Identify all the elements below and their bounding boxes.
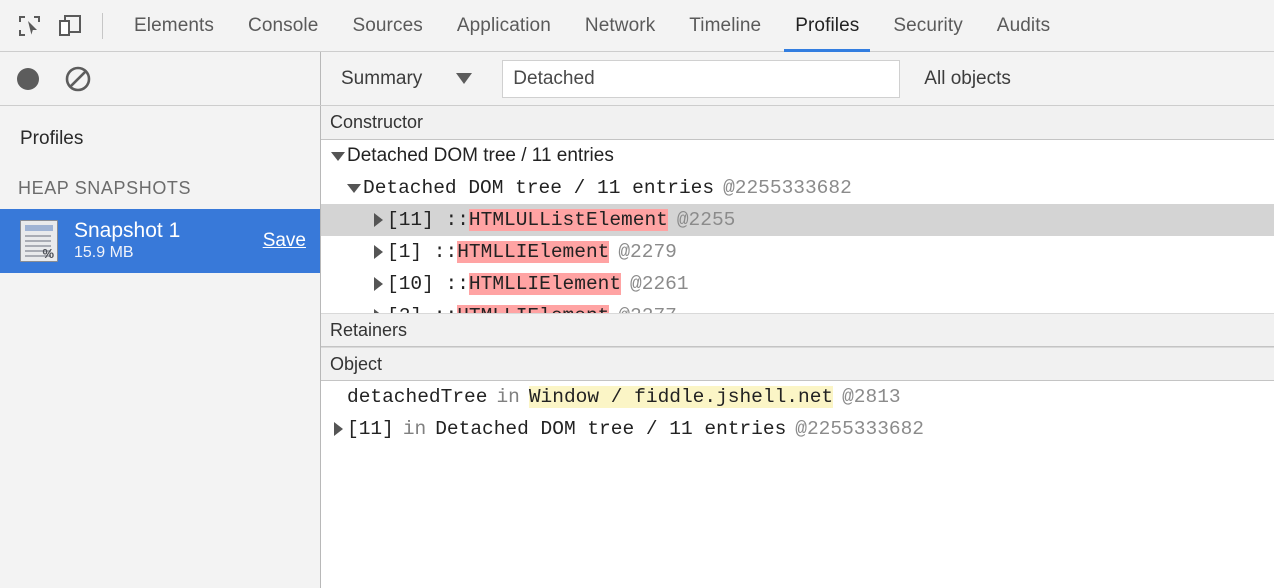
row-address: @2255333682 <box>723 177 852 199</box>
device-toolbar-icon[interactable] <box>50 6 90 46</box>
save-snapshot-link[interactable]: Save <box>253 230 306 252</box>
retainer-address: @2255333682 <box>795 418 924 440</box>
chevron-down-icon <box>456 73 472 84</box>
retainer-keyword: in <box>403 418 426 440</box>
tab-label: Console <box>248 15 318 37</box>
percent-glyph: % <box>42 247 54 260</box>
sidebar-section-heap-snapshots: HEAP SNAPSHOTS <box>0 160 320 209</box>
chevron-right-icon[interactable] <box>369 245 387 259</box>
table-row[interactable]: Detached DOM tree / 11 entries <box>321 140 1274 172</box>
panel-tabs: Elements Console Sources Application Net… <box>117 0 1067 52</box>
chevron-down-icon[interactable] <box>345 184 363 193</box>
tab-label: Network <box>585 15 655 37</box>
profiles-toolbar-left <box>0 52 321 105</box>
retainer-name: detachedTree <box>347 386 487 408</box>
retainers-tree[interactable]: detachedTree in Window / fiddle.jshell.n… <box>321 381 1274 588</box>
devtools-body: Profiles HEAP SNAPSHOTS % Snapshot 1 15.… <box>0 106 1274 588</box>
retainer-address: @2813 <box>842 386 901 408</box>
inspect-cursor-icon[interactable] <box>10 6 50 46</box>
inspect-cursor-icon-glyph <box>17 13 43 39</box>
snapshot-meta: Snapshot 1 15.9 MB <box>74 219 253 264</box>
heap-snapshot-icon: % <box>20 220 58 262</box>
chevron-down-icon[interactable] <box>329 152 347 161</box>
row-index: [11] :: <box>387 209 469 231</box>
view-mode-select[interactable]: Summary <box>341 68 486 90</box>
object-column-header: Object <box>321 347 1274 381</box>
clear-no-entry-icon-glyph <box>64 65 92 93</box>
table-row[interactable]: [11] :: HTMLULListElement @2255 <box>321 204 1274 236</box>
tab-label: Audits <box>997 15 1050 37</box>
table-row[interactable]: detachedTree in Window / fiddle.jshell.n… <box>321 381 1274 413</box>
chevron-right-icon[interactable] <box>369 309 387 313</box>
record-circle-icon-glyph <box>14 65 42 93</box>
tab-label: Application <box>457 15 551 37</box>
row-address: @2261 <box>630 273 689 295</box>
clear-no-entry-icon[interactable] <box>64 65 92 93</box>
row-address: @2277 <box>618 305 677 313</box>
tab-application[interactable]: Application <box>440 0 568 52</box>
row-index: [2] :: <box>387 305 457 313</box>
row-classname: HTMLLIElement <box>457 241 609 263</box>
devtools-tabbar: Elements Console Sources Application Net… <box>0 0 1274 52</box>
row-address: @2279 <box>618 241 677 263</box>
row-label: Detached DOM tree / 11 entries <box>363 177 714 199</box>
profiles-toolbar: Summary All objects <box>0 52 1274 106</box>
chevron-right-icon[interactable] <box>329 422 347 436</box>
scope-select[interactable]: All objects <box>924 68 1011 90</box>
snapshot-size: 15.9 MB <box>74 243 253 264</box>
tab-audits[interactable]: Audits <box>980 0 1067 52</box>
table-row[interactable]: [2] :: HTMLLIElement @2277 <box>321 300 1274 313</box>
tab-timeline[interactable]: Timeline <box>672 0 778 52</box>
tab-label: Profiles <box>795 15 859 37</box>
chevron-right-icon[interactable] <box>369 213 387 227</box>
device-toolbar-icon-glyph <box>57 13 83 39</box>
row-label: Detached DOM tree / 11 entries <box>347 145 614 167</box>
sidebar-title: Profiles <box>0 118 320 160</box>
profiles-sidebar: Profiles HEAP SNAPSHOTS % Snapshot 1 15.… <box>0 106 321 588</box>
row-index: [10] :: <box>387 273 469 295</box>
retainers-panel-header: Retainers <box>321 313 1274 347</box>
view-mode-label: Summary <box>341 68 422 90</box>
row-classname: HTMLULListElement <box>469 209 668 231</box>
tab-console[interactable]: Console <box>231 0 335 52</box>
retainer-target: Window / fiddle.jshell.net <box>529 386 833 408</box>
tab-network[interactable]: Network <box>568 0 672 52</box>
retainer-keyword: in <box>496 386 519 408</box>
table-row[interactable]: Detached DOM tree / 11 entries @22553336… <box>321 172 1274 204</box>
tab-label: Security <box>893 15 962 37</box>
constructor-column-header: Constructor <box>321 106 1274 140</box>
sidebar-item-snapshot-1[interactable]: % Snapshot 1 15.9 MB Save <box>0 209 320 273</box>
toolbar-divider <box>102 13 103 39</box>
tab-elements[interactable]: Elements <box>117 0 231 52</box>
row-classname: HTMLLIElement <box>457 305 609 313</box>
constructor-tree[interactable]: Detached DOM tree / 11 entries Detached … <box>321 140 1274 313</box>
row-address: @2255 <box>677 209 736 231</box>
table-row[interactable]: [1] :: HTMLLIElement @2279 <box>321 236 1274 268</box>
tab-profiles[interactable]: Profiles <box>778 0 876 52</box>
retainer-target: Detached DOM tree / 11 entries <box>435 418 786 440</box>
tab-security[interactable]: Security <box>876 0 979 52</box>
search-input[interactable] <box>513 68 889 90</box>
tab-label: Sources <box>352 15 422 37</box>
class-filter-box[interactable] <box>502 60 900 98</box>
tab-sources[interactable]: Sources <box>335 0 439 52</box>
tab-label: Elements <box>134 15 214 37</box>
table-row[interactable]: [10] :: HTMLLIElement @2261 <box>321 268 1274 300</box>
record-circle-icon[interactable] <box>14 65 42 93</box>
row-classname: HTMLLIElement <box>469 273 621 295</box>
row-index: [1] :: <box>387 241 457 263</box>
snapshot-name: Snapshot 1 <box>74 219 253 243</box>
table-row[interactable]: [11] in Detached DOM tree / 11 entries @… <box>321 413 1274 445</box>
chevron-right-icon[interactable] <box>369 277 387 291</box>
profiles-toolbar-right: Summary All objects <box>321 52 1274 105</box>
profiles-content: Constructor Detached DOM tree / 11 entri… <box>321 106 1274 588</box>
devtools-window: Elements Console Sources Application Net… <box>0 0 1274 588</box>
tab-label: Timeline <box>689 15 761 37</box>
retainer-name: [11] <box>347 418 394 440</box>
